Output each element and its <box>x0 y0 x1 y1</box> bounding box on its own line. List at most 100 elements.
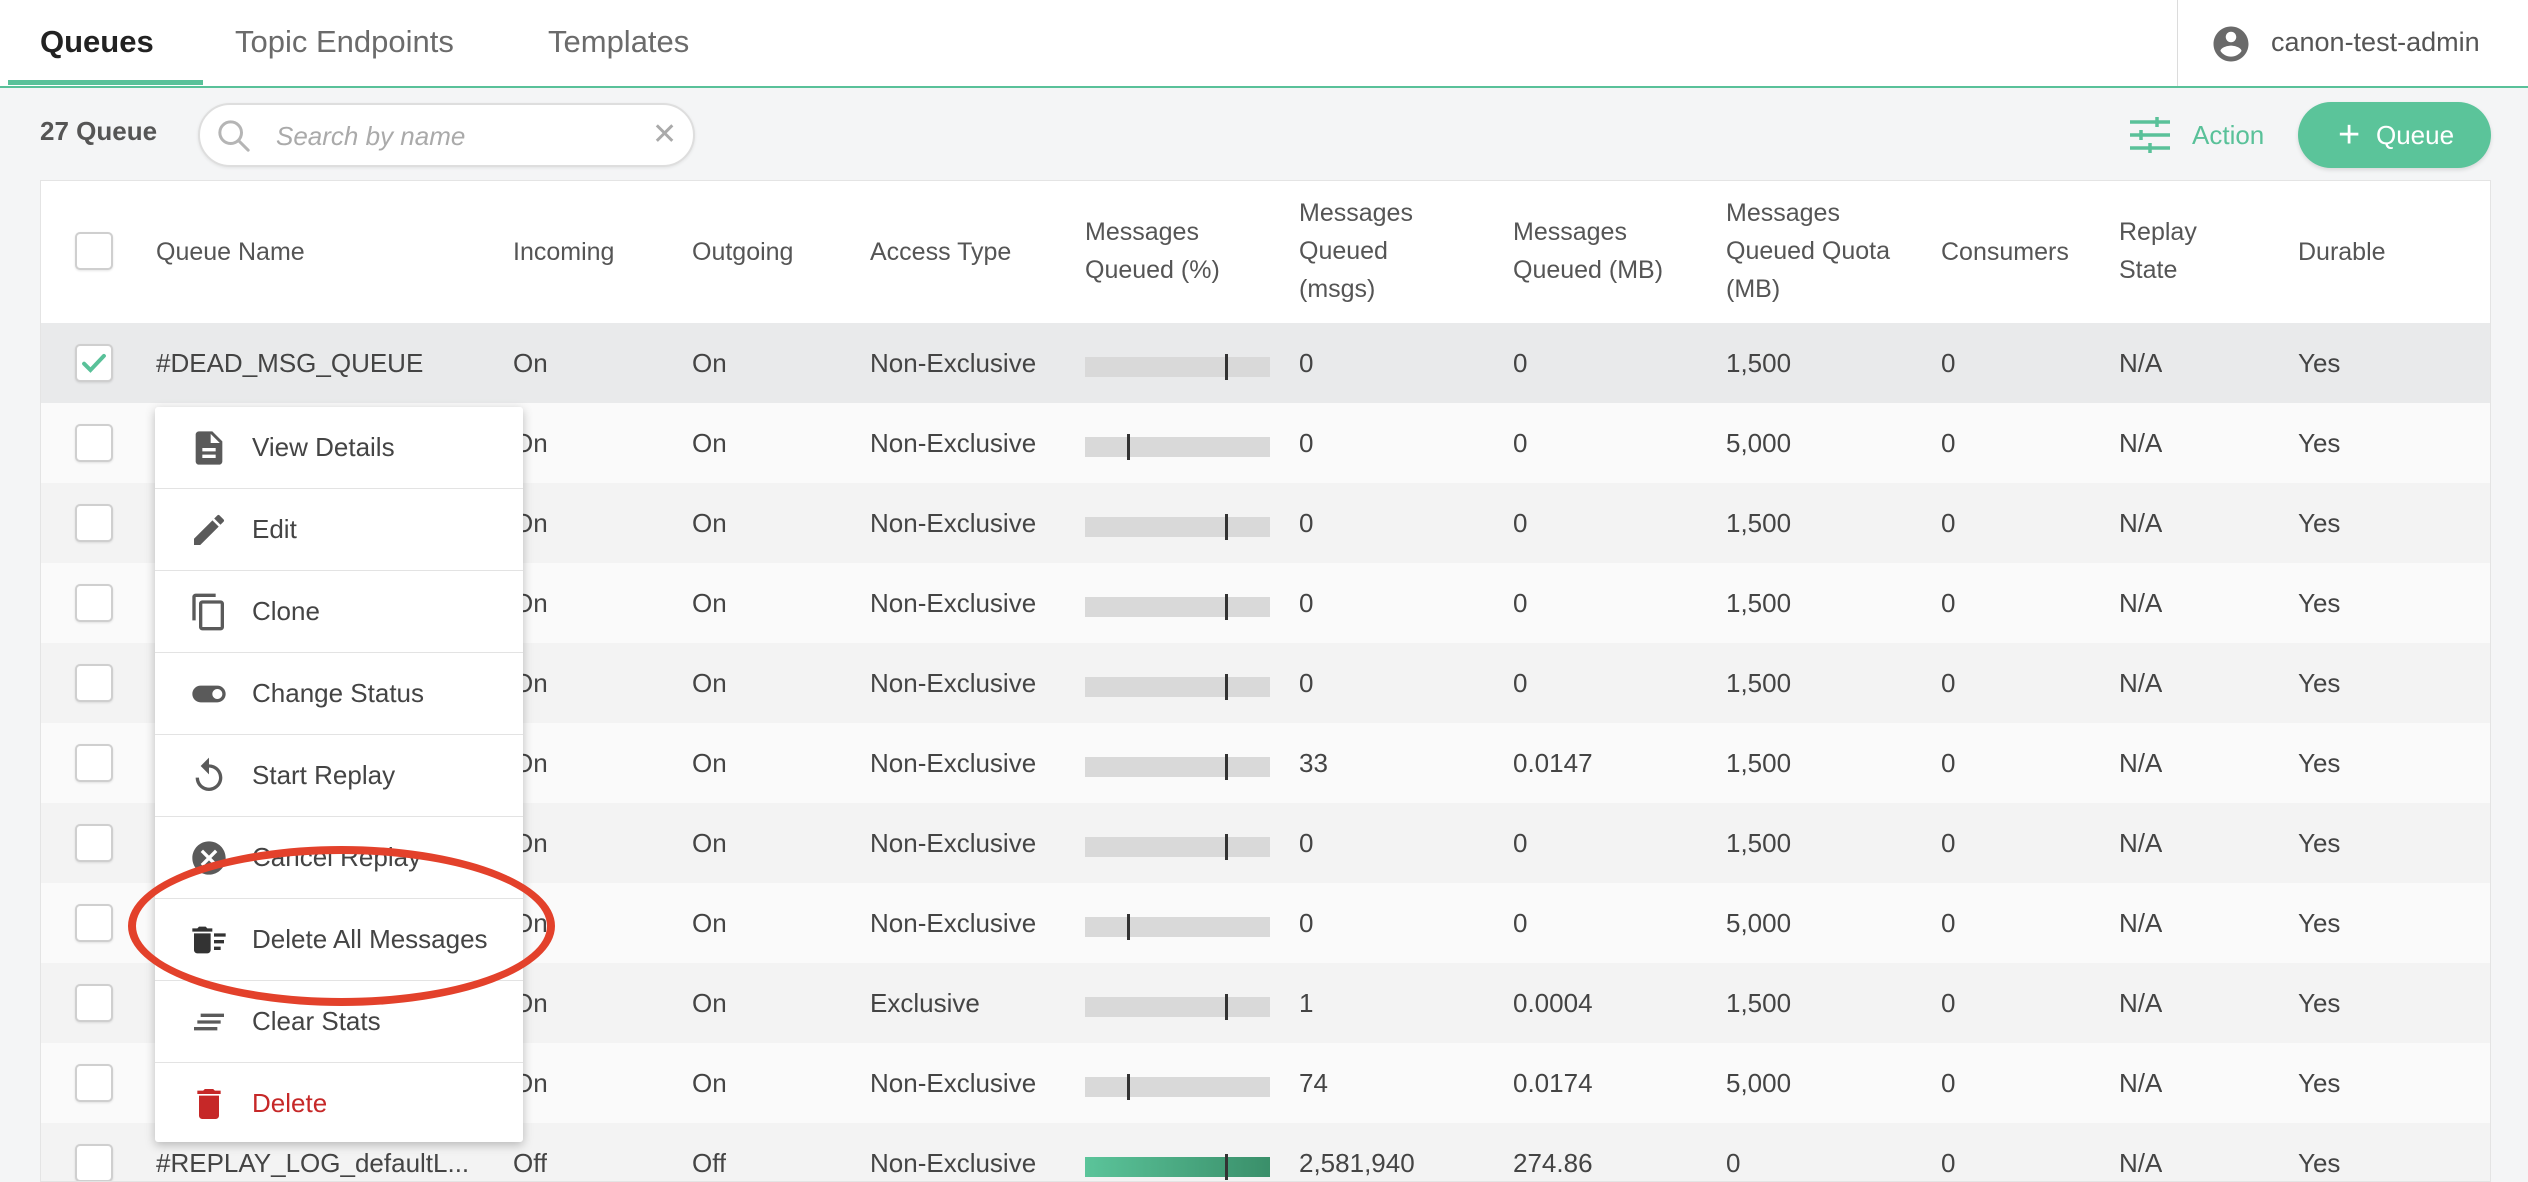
row-checkbox[interactable] <box>75 1064 113 1102</box>
durable-cell: Yes <box>2298 588 2341 618</box>
durable-cell: Yes <box>2298 748 2341 778</box>
header-queue-name[interactable]: Queue Name <box>156 233 305 271</box>
menu-start-replay[interactable]: Start Replay <box>155 735 523 817</box>
menu-label: Edit <box>252 514 297 544</box>
table-row[interactable]: #DEAD_MSG_QUEUE On On Non-Exclusive 0 0 1,500 0… <box>41 323 2490 403</box>
row-checkbox[interactable] <box>75 1144 113 1181</box>
outgoing-cell: On <box>692 428 727 458</box>
outgoing-cell: On <box>692 1068 727 1098</box>
threshold-marker <box>1225 1154 1228 1180</box>
header-incoming[interactable]: Incoming <box>513 233 614 271</box>
row-checkbox[interactable] <box>75 984 113 1022</box>
header-queued-pct-line1: Messages <box>1085 218 1199 246</box>
header-outgoing[interactable]: Outgoing <box>692 233 793 271</box>
action-label: Action <box>2192 120 2265 150</box>
checkmark-icon <box>82 353 106 373</box>
queued-percent-bar <box>1085 1074 1270 1100</box>
select-all-checkbox[interactable] <box>75 232 113 270</box>
threshold-marker <box>1225 514 1228 540</box>
threshold-marker <box>1225 674 1228 700</box>
header-queued-quota-line3: (MB) <box>1726 275 1781 303</box>
msgs-cell: 0 <box>1299 428 1314 458</box>
mb-cell: 0 <box>1513 348 1528 378</box>
access-cell: Non-Exclusive <box>870 348 1037 378</box>
header-replay-state[interactable]: Replay State <box>2119 213 2197 289</box>
username: canon-test-admin <box>2271 27 2480 57</box>
msgs-cell: 0 <box>1299 828 1314 858</box>
header-queued-msgs[interactable]: Messages Queued (msgs) <box>1299 194 1413 308</box>
row-checkbox[interactable] <box>75 424 113 462</box>
threshold-marker <box>1225 754 1228 780</box>
row-checkbox[interactable] <box>75 664 113 702</box>
menu-view-details[interactable]: View Details <box>155 407 523 489</box>
menu-delete[interactable]: Delete <box>155 1063 523 1145</box>
context-menu: View Details Edit Clone Change Status St… <box>155 407 523 1142</box>
header-queued-pct[interactable]: Messages Queued (%) <box>1085 213 1220 289</box>
header-access-type[interactable]: Access Type <box>870 233 1011 271</box>
quota-cell: 5,000 <box>1726 428 1792 458</box>
durable-cell: Yes <box>2298 828 2341 858</box>
row-checkbox[interactable] <box>75 584 113 622</box>
menu-label: Start Replay <box>252 760 396 790</box>
menu-clear-stats[interactable]: Clear Stats <box>155 981 523 1063</box>
durable-cell: Yes <box>2298 1068 2341 1098</box>
outgoing-cell: On <box>692 828 727 858</box>
queued-percent-bar <box>1085 994 1270 1020</box>
tab-templates[interactable]: Templates <box>548 0 689 86</box>
row-checkbox[interactable] <box>75 904 113 942</box>
menu-cancel-replay[interactable]: Cancel Replay <box>155 817 523 899</box>
row-checkbox[interactable] <box>75 344 113 382</box>
header-queued-quota[interactable]: Messages Queued Quota (MB) <box>1726 194 1890 308</box>
menu-clone[interactable]: Clone <box>155 571 523 653</box>
cancel-circle-icon <box>192 841 226 875</box>
mb-cell: 0.0147 <box>1513 748 1593 778</box>
access-cell: Non-Exclusive <box>870 908 1037 938</box>
menu-edit[interactable]: Edit <box>155 489 523 571</box>
add-queue-button[interactable]: + Queue <box>2298 102 2491 168</box>
consumers-cell: 0 <box>1941 588 1956 618</box>
row-checkbox[interactable] <box>75 504 113 542</box>
delete-sweep-icon <box>192 926 226 954</box>
outgoing-cell: On <box>692 348 727 378</box>
row-checkbox[interactable] <box>75 824 113 862</box>
msgs-cell: 0 <box>1299 668 1314 698</box>
msgs-cell: 2,581,940 <box>1299 1148 1415 1178</box>
header-queued-mb[interactable]: Messages Queued (MB) <box>1513 213 1663 289</box>
menu-label: Delete All Messages <box>252 924 488 954</box>
tab-queues[interactable]: Queues <box>40 0 154 86</box>
queue-name-cell[interactable]: #DEAD_MSG_QUEUE <box>156 323 506 403</box>
search-input[interactable] <box>274 115 638 157</box>
access-cell: Non-Exclusive <box>870 1068 1037 1098</box>
menu-label: Cancel Replay <box>252 842 422 872</box>
mb-cell: 274.86 <box>1513 1148 1593 1178</box>
threshold-marker <box>1127 914 1130 940</box>
header-queued-mb-line2: Queued (MB) <box>1513 256 1664 284</box>
row-checkbox[interactable] <box>75 744 113 782</box>
clear-search-icon[interactable]: ✕ <box>652 117 677 153</box>
durable-cell: Yes <box>2298 508 2341 538</box>
msgs-cell: 0 <box>1299 348 1314 378</box>
search-icon <box>218 120 250 152</box>
threshold-marker <box>1225 594 1228 620</box>
header-consumers[interactable]: Consumers <box>1941 233 2069 271</box>
replay-cell: N/A <box>2119 1068 2163 1098</box>
header-replay-line1: Replay <box>2119 218 2197 246</box>
mb-cell: 0 <box>1513 508 1528 538</box>
user-menu[interactable]: canon-test-admin <box>2177 0 2528 86</box>
menu-delete-all-messages[interactable]: Delete All Messages <box>155 899 523 981</box>
header-queued-pct-line2: Queued (%) <box>1085 256 1220 284</box>
mb-cell: 0 <box>1513 428 1528 458</box>
menu-change-status[interactable]: Change Status <box>155 653 523 735</box>
menu-label: View Details <box>252 432 395 462</box>
mb-cell: 0.0174 <box>1513 1068 1593 1098</box>
header-queued-mb-line1: Messages <box>1513 218 1627 246</box>
consumers-cell: 0 <box>1941 748 1956 778</box>
copy-icon <box>192 593 224 631</box>
threshold-marker <box>1127 1074 1130 1100</box>
header-durable[interactable]: Durable <box>2298 233 2386 271</box>
mb-cell: 0 <box>1513 908 1528 938</box>
mb-cell: 0.0004 <box>1513 988 1593 1018</box>
search-box[interactable]: ✕ <box>198 103 695 167</box>
access-cell: Non-Exclusive <box>870 588 1037 618</box>
tab-topic-endpoints[interactable]: Topic Endpoints <box>235 0 454 86</box>
